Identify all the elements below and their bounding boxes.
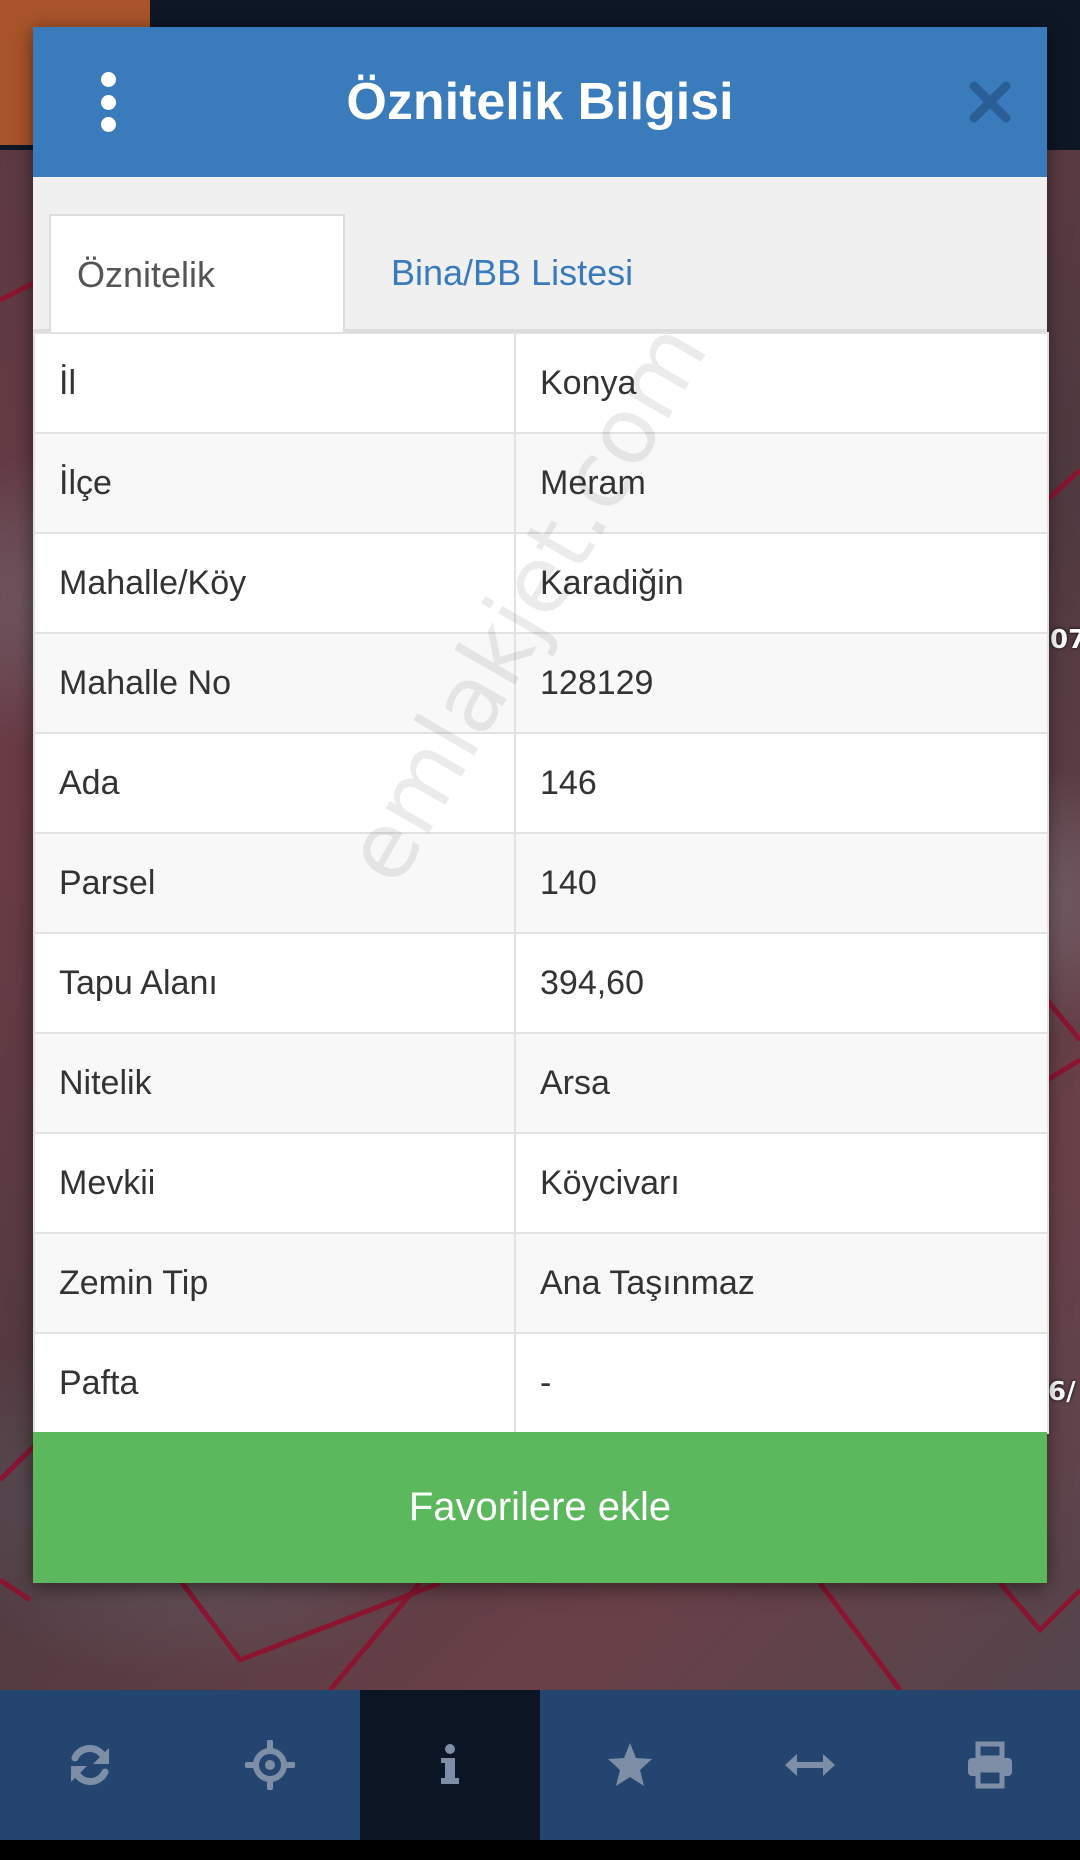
attribute-key: Mahalle/Köy bbox=[33, 532, 516, 634]
attribute-value: Karadiğin bbox=[514, 532, 1049, 634]
table-row: Nitelik Arsa bbox=[33, 1032, 1049, 1134]
attribute-key: Mahalle No bbox=[33, 632, 516, 734]
table-row: Mevkii Köycivarı bbox=[33, 1132, 1049, 1234]
print-icon bbox=[968, 1741, 1012, 1789]
add-to-favorites-button[interactable]: Favorilere ekle bbox=[33, 1432, 1047, 1583]
info-button[interactable] bbox=[360, 1690, 540, 1840]
table-row: Ada 146 bbox=[33, 732, 1049, 834]
refresh-icon bbox=[71, 1745, 109, 1785]
attribute-key: Parsel bbox=[33, 832, 516, 934]
table-row: Zemin Tip Ana Taşınmaz bbox=[33, 1232, 1049, 1334]
refresh-button[interactable] bbox=[0, 1690, 180, 1840]
attribute-value: Konya bbox=[514, 332, 1049, 434]
measure-icon bbox=[785, 1754, 835, 1776]
attribute-key: Pafta bbox=[33, 1332, 516, 1434]
table-row: Mahalle No 128129 bbox=[33, 632, 1049, 734]
crosshair-icon bbox=[245, 1740, 295, 1790]
bottom-toolbar bbox=[0, 1690, 1080, 1840]
tab-bar: Öznitelik Bilgisi Bina/BB Listesi bbox=[33, 177, 1047, 413]
more-vertical-icon[interactable] bbox=[93, 72, 123, 132]
map-edge-label: 07 bbox=[1050, 625, 1080, 655]
star-icon bbox=[608, 1743, 652, 1786]
table-row: İlçe Meram bbox=[33, 432, 1049, 534]
modal-header: Öznitelik Bilgisi bbox=[33, 27, 1047, 177]
map-edge-label: 6/ bbox=[1048, 1377, 1076, 1407]
table-row: Parsel 140 bbox=[33, 832, 1049, 934]
info-icon bbox=[441, 1744, 459, 1784]
table-row: Tapu Alanı 394,60 bbox=[33, 932, 1049, 1034]
tab-building-list[interactable]: Bina/BB Listesi bbox=[365, 214, 659, 332]
attribute-key: Zemin Tip bbox=[33, 1232, 516, 1334]
system-nav-strip bbox=[0, 1840, 1080, 1860]
print-button[interactable] bbox=[900, 1690, 1080, 1840]
attribute-table: İl Konya İlçe Meram Mahalle/Köy Karadiği… bbox=[33, 332, 1049, 1434]
attribute-value: Ana Taşınmaz bbox=[514, 1232, 1049, 1334]
attribute-value: 394,60 bbox=[514, 932, 1049, 1034]
table-row: Mahalle/Köy Karadiğin bbox=[33, 532, 1049, 634]
attribute-key: Tapu Alanı bbox=[33, 932, 516, 1034]
table-row: Pafta - bbox=[33, 1332, 1049, 1434]
measure-button[interactable] bbox=[720, 1690, 900, 1840]
attribute-value: 146 bbox=[514, 732, 1049, 834]
attribute-key: Mevkii bbox=[33, 1132, 516, 1234]
attribute-value: Arsa bbox=[514, 1032, 1049, 1134]
favorites-button[interactable] bbox=[540, 1690, 720, 1840]
locate-button[interactable] bbox=[180, 1690, 360, 1840]
attribute-info-modal: Öznitelik Bilgisi Öznitelik Bilgisi Bina… bbox=[33, 27, 1049, 1583]
attribute-value: 128129 bbox=[514, 632, 1049, 734]
attribute-key: Ada bbox=[33, 732, 516, 834]
attribute-value: Köycivarı bbox=[514, 1132, 1049, 1234]
attribute-value: 140 bbox=[514, 832, 1049, 934]
modal-title: Öznitelik Bilgisi bbox=[346, 73, 734, 131]
attribute-key: İlçe bbox=[33, 432, 516, 534]
tab-attribute-info[interactable]: Öznitelik Bilgisi bbox=[49, 214, 345, 413]
attribute-value: - bbox=[514, 1332, 1049, 1434]
attribute-key: Nitelik bbox=[33, 1032, 516, 1134]
close-icon[interactable] bbox=[965, 77, 1015, 127]
attribute-key: İl bbox=[33, 332, 516, 434]
attribute-value: Meram bbox=[514, 432, 1049, 534]
table-row: İl Konya bbox=[33, 332, 1049, 434]
